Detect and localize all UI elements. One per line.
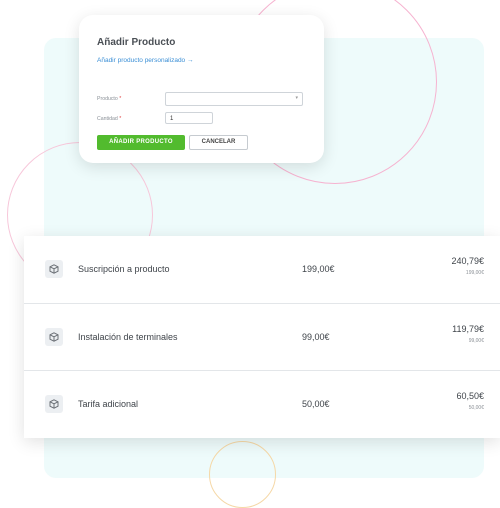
product-price: 199,00€ bbox=[302, 264, 335, 274]
product-name: Tarifa adicional bbox=[78, 399, 139, 409]
box-icon bbox=[45, 328, 63, 346]
quantity-field-label: Cantidad * bbox=[97, 116, 121, 122]
add-product-button[interactable]: AÑADIR PRODUCTO bbox=[97, 135, 185, 150]
product-field-label: Producto * bbox=[97, 96, 121, 102]
product-subtotal: 50,00€ bbox=[468, 405, 484, 411]
add-product-dialog: Añadir Producto Añadir producto personal… bbox=[79, 15, 324, 163]
product-name: Instalación de terminales bbox=[78, 332, 178, 342]
product-name: Suscripción a producto bbox=[78, 264, 170, 274]
required-mark: * bbox=[119, 116, 122, 122]
box-icon bbox=[45, 260, 63, 278]
dialog-title: Añadir Producto bbox=[97, 37, 176, 48]
product-price: 99,00€ bbox=[302, 332, 330, 342]
product-total: 119,79€ bbox=[452, 324, 484, 334]
product-row[interactable]: Instalación de terminales 99,00€ 119,79€… bbox=[24, 303, 500, 371]
product-total: 60,50€ bbox=[456, 391, 484, 401]
cancel-button[interactable]: CANCELAR bbox=[189, 135, 248, 150]
product-row[interactable]: Suscripción a producto 199,00€ 240,79€ 1… bbox=[24, 236, 500, 303]
decorative-circle-orange bbox=[209, 441, 276, 508]
product-label-text: Producto bbox=[97, 96, 118, 102]
product-select[interactable]: ▾ bbox=[165, 92, 303, 106]
product-subtotal: 99,00€ bbox=[468, 338, 484, 344]
product-list: Suscripción a producto 199,00€ 240,79€ 1… bbox=[24, 236, 500, 438]
quantity-label-text: Cantidad bbox=[97, 116, 118, 122]
product-subtotal: 199,00€ bbox=[465, 270, 484, 276]
required-mark: * bbox=[119, 96, 122, 102]
quantity-input[interactable]: 1 bbox=[165, 112, 213, 124]
chevron-down-icon: ▾ bbox=[295, 95, 298, 101]
product-total: 240,79€ bbox=[451, 256, 484, 266]
box-icon bbox=[45, 395, 63, 413]
product-row[interactable]: Tarifa adicional 50,00€ 60,50€ 50,00€ bbox=[24, 370, 500, 438]
product-price: 50,00€ bbox=[302, 399, 330, 409]
add-custom-product-link[interactable]: Añadir producto personalizado → bbox=[97, 57, 193, 64]
